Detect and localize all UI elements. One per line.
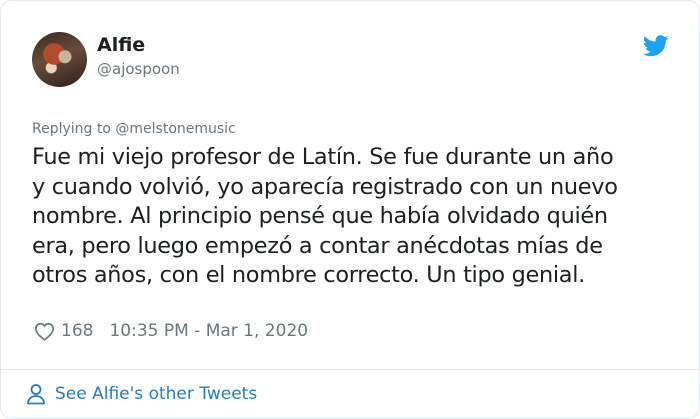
see-other-tweets-label[interactable]: See Alfie's other Tweets bbox=[55, 384, 257, 404]
tweet-meta: 168 10:35 PM - Mar 1, 2020 bbox=[34, 319, 308, 343]
author-handle[interactable]: @ajospoon bbox=[97, 60, 180, 78]
tweet-text-line: y cuando volvió, yo aparecía registrado … bbox=[32, 173, 618, 200]
author-name[interactable]: Alfie bbox=[97, 34, 145, 56]
replying-to-prefix: Replying to bbox=[32, 121, 116, 137]
tweet-text-line: nombre. Al principio pensé que había olv… bbox=[32, 203, 608, 229]
divider bbox=[1, 369, 699, 370]
tweet-text-line: era, pero luego empezó a contar anécdota… bbox=[32, 232, 603, 259]
avatar[interactable] bbox=[32, 32, 87, 87]
replying-to-handle[interactable]: @melstonemusic bbox=[115, 121, 235, 137]
replying-to: Replying to @melstonemusic bbox=[32, 121, 236, 138]
like-count[interactable]: 168 bbox=[61, 321, 93, 341]
twitter-bird-icon[interactable] bbox=[643, 35, 669, 57]
tweet-text-line: Fue mi viejo profesor de Latín. Se fue d… bbox=[32, 144, 614, 170]
heart-icon[interactable] bbox=[34, 322, 55, 341]
tweet-text: Fue mi viejo profesor de Latín. Se fue d… bbox=[32, 143, 682, 291]
tweet-card: Alfie @ajospoon Replying to @melstonemus… bbox=[0, 0, 700, 419]
tweet-text-line: otros años, con el nombre correcto. Un t… bbox=[32, 262, 585, 288]
tweet-timestamp[interactable]: 10:35 PM - Mar 1, 2020 bbox=[109, 321, 308, 341]
see-other-tweets-link[interactable]: See Alfie's other Tweets bbox=[26, 383, 257, 405]
person-icon bbox=[27, 384, 45, 405]
